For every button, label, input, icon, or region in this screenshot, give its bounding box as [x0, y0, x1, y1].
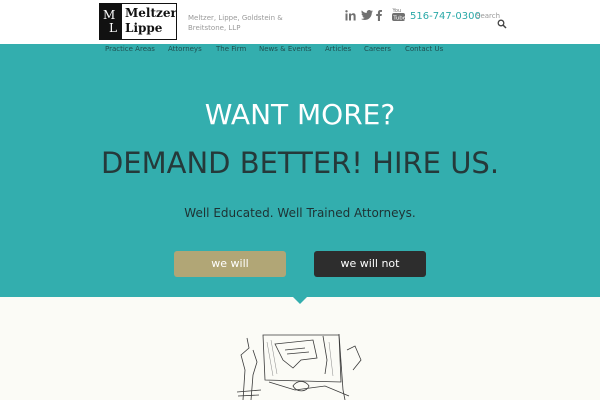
nav-contact-us[interactable]: Contact Us — [405, 45, 443, 53]
logo-wordmark: Meltzer Lippe — [125, 6, 177, 36]
main-nav: Practice Areas Attorneys The Firm News &… — [0, 44, 600, 56]
search-icon[interactable] — [497, 19, 507, 29]
nav-careers[interactable]: Careers — [364, 45, 391, 53]
hero-pointer — [293, 297, 307, 304]
nav-the-firm[interactable]: The Firm — [216, 45, 246, 53]
nav-practice-areas[interactable]: Practice Areas — [105, 45, 155, 53]
firm-name: Meltzer, Lippe, Goldstein & Breitstone, … — [188, 14, 283, 32]
logo-monogram: M L — [100, 4, 122, 39]
logo-line2: Lippe — [125, 21, 163, 35]
firm-logo[interactable]: M L Meltzer Lippe — [99, 3, 177, 40]
linkedin-icon[interactable] — [344, 8, 356, 22]
nav-articles[interactable]: Articles — [325, 45, 351, 53]
we-will-button[interactable]: we will — [174, 251, 286, 277]
hero-subheadline: Well Educated. Well Trained Attorneys. — [184, 206, 416, 220]
headline-demand-better: DEMAND BETTER! HIRE US. — [100, 146, 500, 180]
headline-want-more: WANT MORE? — [204, 98, 396, 131]
nav-news-events[interactable]: News & Events — [259, 45, 312, 53]
svg-text:Tube: Tube — [392, 15, 405, 21]
logo-line1: Meltzer — [125, 6, 177, 20]
facebook-icon[interactable] — [375, 8, 383, 22]
site-header: M L Meltzer Lippe Meltzer, Lippe, Goldst… — [0, 0, 600, 44]
logo-mark-m: M — [103, 8, 116, 22]
nav-attorneys[interactable]: Attorneys — [168, 45, 202, 53]
phone-number[interactable]: 516-747-0300 — [410, 11, 481, 22]
we-will-not-button[interactable]: we will not — [314, 251, 426, 277]
hero-section: Practice Areas Attorneys The Firm News &… — [0, 44, 600, 297]
sketch-illustration — [236, 333, 362, 400]
illustration-section — [0, 297, 600, 400]
youtube-icon[interactable]: You Tube — [391, 6, 405, 22]
twitter-icon[interactable] — [361, 8, 373, 22]
logo-mark-l: L — [109, 21, 117, 35]
